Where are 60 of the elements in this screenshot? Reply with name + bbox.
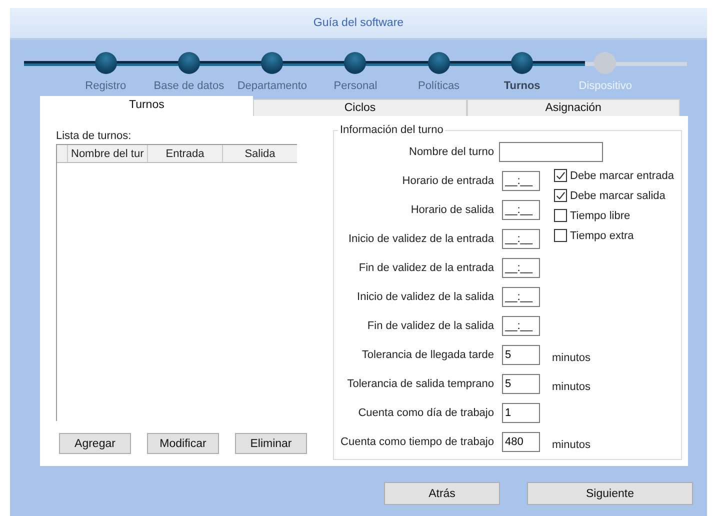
input-field[interactable]: __:__: [502, 200, 540, 220]
checkbox[interactable]: Debe marcar salida: [554, 189, 673, 202]
list-button[interactable]: Agregar: [59, 433, 131, 454]
field-label: Tolerancia de llegada tarde: [360, 349, 495, 361]
unit-label: minutos: [551, 381, 592, 393]
step-label: Personal: [332, 80, 378, 92]
checkbox-label: Debe marcar entrada: [570, 170, 674, 182]
checkbox-box[interactable]: [554, 209, 567, 222]
checkbox-label: Tiempo libre: [570, 210, 630, 222]
tab[interactable]: Asignación: [466, 99, 680, 116]
input-field[interactable]: __:__: [502, 258, 540, 278]
input-field[interactable]: __:__: [502, 171, 540, 191]
checkbox-box[interactable]: [554, 229, 567, 242]
field-label: Inicio de validez de la salida: [356, 291, 495, 303]
input-field[interactable]: 5: [502, 345, 540, 365]
step-label: Turnos: [502, 80, 542, 92]
step-label: Departamento: [236, 80, 308, 92]
window-title: Guía del software: [313, 17, 404, 29]
unit-label: minutos: [551, 352, 592, 364]
nav-button[interactable]: Siguiente: [527, 482, 693, 505]
tab[interactable]: Turnos: [40, 96, 254, 116]
input-field[interactable]: __:__: [502, 229, 540, 249]
step-label: Registro: [84, 80, 128, 92]
checkbox[interactable]: Debe marcar entrada: [554, 169, 673, 182]
step-label: Dispositivo: [578, 80, 633, 92]
list-label: Lista de turnos:: [56, 130, 132, 142]
input-field[interactable]: 1: [502, 403, 540, 423]
input-field[interactable]: 5: [502, 374, 540, 394]
field-label: Cuenta como día de trabajo: [357, 407, 495, 419]
field-label: Cuenta como tiempo de trabajo: [340, 436, 495, 448]
checkbox[interactable]: Tiempo extra: [554, 229, 673, 242]
check-icon: [555, 170, 566, 181]
unit-label: minutos: [551, 439, 592, 451]
checkbox[interactable]: Tiempo libre: [554, 209, 673, 222]
input-field[interactable]: __:__: [502, 287, 540, 307]
checkbox-box[interactable]: [554, 189, 567, 202]
field-label: Horario de salida: [410, 204, 495, 216]
group-title: Información del turno: [339, 124, 444, 136]
column-header[interactable]: Entrada: [148, 145, 223, 162]
list-button[interactable]: Modificar: [147, 433, 219, 454]
column-header[interactable]: Salida: [223, 145, 297, 162]
check-icon: [555, 190, 566, 201]
input-field[interactable]: 480: [502, 432, 540, 452]
list-button[interactable]: Eliminar: [235, 433, 307, 454]
field-label: Fin de validez de la entrada: [358, 262, 495, 274]
field-label: Tolerancia de salida temprano: [346, 378, 495, 390]
step-label: Políticas: [416, 80, 461, 92]
checkbox-label: Debe marcar salida: [570, 190, 666, 202]
column-header[interactable]: Nombre del tur: [68, 145, 148, 162]
field-label: Inicio de validez de la entrada: [347, 233, 495, 245]
step-label: Base de datos: [152, 80, 226, 92]
nav-button[interactable]: Atrás: [384, 482, 500, 505]
tab[interactable]: Ciclos: [253, 99, 467, 116]
field-label: Fin de validez de la salida: [366, 320, 495, 332]
input-field[interactable]: [499, 142, 603, 162]
checkbox-label: Tiempo extra: [570, 230, 634, 242]
checkbox-box[interactable]: [554, 169, 567, 182]
field-label: Horario de entrada: [401, 175, 495, 187]
field-label: Nombre del turno: [408, 146, 495, 158]
input-field[interactable]: __:__: [502, 316, 540, 336]
